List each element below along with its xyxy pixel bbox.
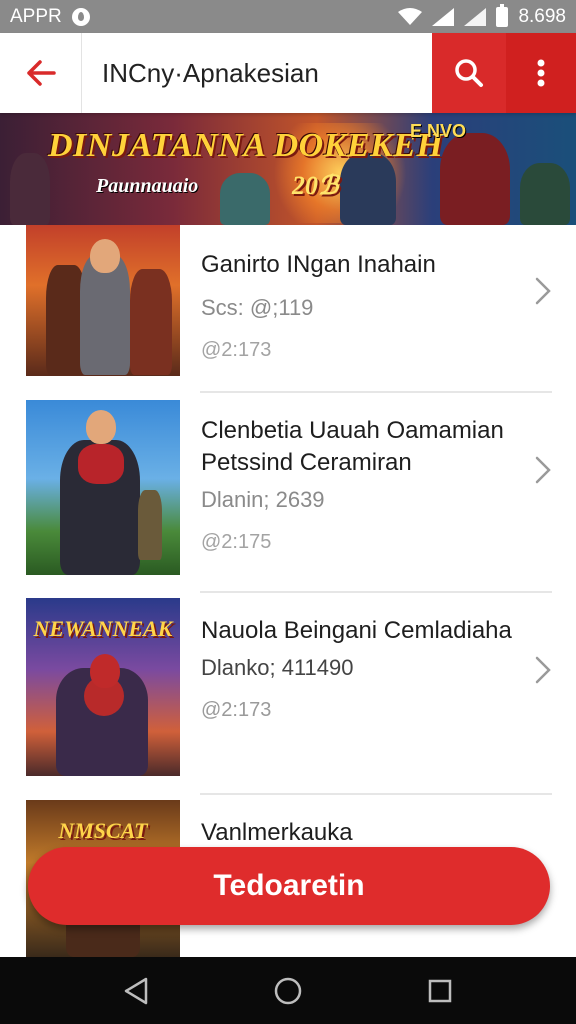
back-arrow-icon <box>26 60 56 86</box>
banner-year: 20ℬ <box>292 171 339 200</box>
list-item[interactable]: Clenbetia Uauah Oamamian Petssind Cerami… <box>0 393 576 591</box>
banner-subtitle: Paunnauaio <box>96 175 199 197</box>
back-button[interactable] <box>0 33 82 113</box>
signal-icon <box>464 7 487 26</box>
item-subtitle: Dlanko; 411490 <box>201 655 354 680</box>
item-title: Nauola Beingani Cemladiaha <box>201 617 512 644</box>
chevron-right-icon[interactable] <box>534 455 552 485</box>
carrier-label: APPR <box>10 5 62 27</box>
chevron-right-icon[interactable] <box>534 276 552 306</box>
banner-hero-figure <box>220 173 270 225</box>
item-title: Clenbetia Uauah Oamamian Petssind Cerami… <box>201 417 504 476</box>
status-bar: APPR 8.698 <box>0 0 576 33</box>
more-vert-icon <box>537 59 545 87</box>
item-subtitle: Dlanin; 2639 <box>201 487 325 512</box>
system-nav-bar <box>0 957 576 1024</box>
signal-icon <box>432 7 455 26</box>
promo-banner[interactable]: DINJATANNA DOKEKEH Paunnauaio 20ℬ E NVO <box>0 113 576 225</box>
banner-hero-figure <box>440 133 510 225</box>
item-thumbnail <box>26 225 180 376</box>
item-thumbnail: NEWANNEAK <box>26 598 180 776</box>
battery-icon <box>496 3 509 27</box>
item-text: Nauola Beingani Cemladiaha Dlanko; 41149… <box>201 615 521 722</box>
back-triangle-icon <box>124 977 148 1004</box>
item-title: Ganirto INgan Inahain <box>201 251 436 278</box>
nav-back-button[interactable] <box>116 971 156 1011</box>
nav-home-button[interactable] <box>268 971 308 1011</box>
list-item[interactable]: NEWANNEAK Nauola Beingani Cemladiaha Dla… <box>0 593 576 793</box>
primary-action-button[interactable]: Tedoaretin <box>28 847 550 925</box>
chevron-right-icon[interactable] <box>534 655 552 685</box>
item-subtitle: Scs: @;119 <box>201 295 314 320</box>
home-circle-icon <box>274 977 302 1004</box>
wifi-icon <box>398 7 423 25</box>
banner-tag: E NVO <box>410 121 467 141</box>
search-icon <box>455 59 483 87</box>
list-item[interactable]: Ganirto INgan Inahain Scs: @;119 @2:173 <box>0 225 576 393</box>
item-meta: @2:175 <box>201 531 272 553</box>
banner-hero-figure <box>520 163 570 225</box>
thumbnail-title: NEWANNEAK <box>33 616 173 641</box>
drop-icon <box>71 7 90 26</box>
banner-hero-figure <box>10 153 50 225</box>
item-text: Ganirto INgan Inahain Scs: @;119 @2:173 <box>201 249 521 362</box>
nav-recents-button[interactable] <box>420 971 460 1011</box>
item-thumbnail <box>26 400 180 575</box>
clock: 8.698 <box>518 5 566 27</box>
recents-square-icon <box>428 979 452 1002</box>
item-meta: @2:173 <box>201 699 272 721</box>
app-toolbar: INCny·Apnakesian <box>0 33 576 113</box>
page-title: INCny·Apnakesian <box>102 57 319 88</box>
item-text: Clenbetia Uauah Oamamian Petssind Cerami… <box>201 415 521 554</box>
item-meta: @2:173 <box>201 339 272 361</box>
item-text: Vanlmerkauka <box>201 817 521 849</box>
thumbnail-title: NMSCAT <box>58 818 148 843</box>
banner-title: DINJATANNA DOKEKEH <box>48 127 444 164</box>
item-title: Vanlmerkauka <box>201 819 353 846</box>
search-button[interactable] <box>432 33 506 113</box>
more-options-button[interactable] <box>506 33 576 113</box>
